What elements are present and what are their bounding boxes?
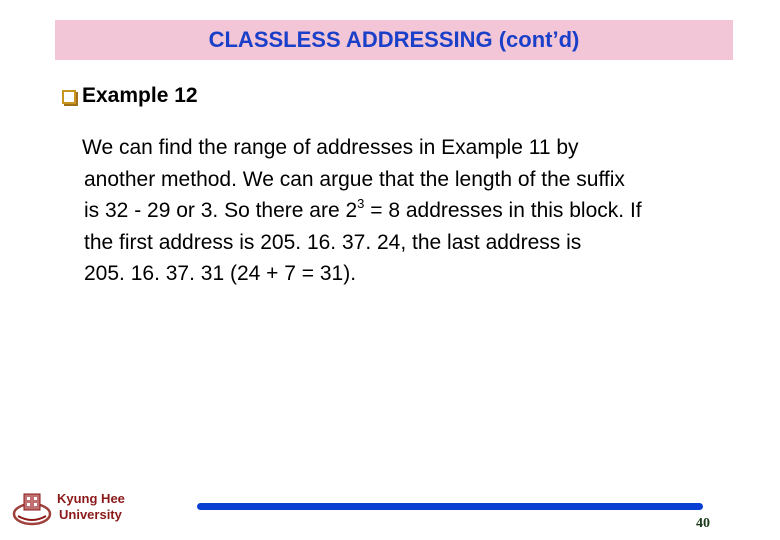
university-line: University bbox=[59, 507, 122, 522]
title-banner: CLASSLESS ADDRESSING (cont’d) bbox=[55, 20, 733, 60]
university-emblem-icon bbox=[12, 493, 52, 526]
body-paragraph: We can find the range of addresses in Ex… bbox=[82, 132, 744, 290]
university-line: Kyung Hee bbox=[57, 491, 125, 506]
page-number: 40 bbox=[696, 516, 710, 531]
footer-divider-bar bbox=[197, 503, 703, 510]
body-line: 205. 16. 37. 31 (24 + 7 = 31). bbox=[84, 262, 357, 285]
example-heading: Example 12 bbox=[82, 84, 198, 107]
body-line: is 32 - 29 or 3. So there are 23 = 8 add… bbox=[84, 195, 744, 227]
checkbox-square-icon bbox=[62, 90, 76, 104]
bullet-heading: Example 12 bbox=[62, 84, 198, 108]
body-line: another method. We can argue that the le… bbox=[84, 167, 625, 191]
university-name: Kyung Hee University bbox=[55, 491, 125, 523]
body-line: We can find the range of addresses in Ex… bbox=[82, 136, 579, 159]
body-line: the first address is 205. 16. 37. 24, th… bbox=[84, 230, 582, 254]
body-text-segment: = 8 addresses in this block. If bbox=[364, 199, 642, 222]
body-text-segment: is 32 - 29 or 3. So there are 2 bbox=[84, 199, 358, 222]
slide-title: CLASSLESS ADDRESSING (cont’d) bbox=[208, 27, 580, 52]
